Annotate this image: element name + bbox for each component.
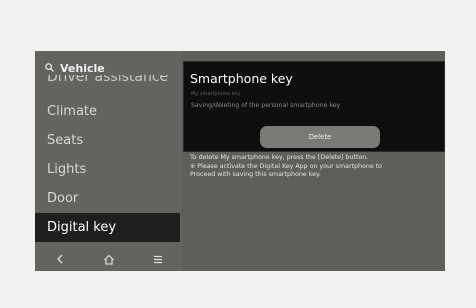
search-row[interactable]: Vehicle	[45, 60, 105, 76]
sidebar: Vehicle Driver assistance Climate Seats …	[35, 51, 182, 271]
sidebar-item-door[interactable]: Door	[35, 184, 182, 213]
info-line-1: To delete My smartphone key, press the […	[190, 154, 369, 161]
dialog-body: Saving/deleting of the personal smartpho…	[191, 102, 341, 109]
infotainment-screen: Vehicle Driver assistance Climate Seats …	[35, 51, 445, 271]
sidebar-item-driver-assistance[interactable]: Driver assistance	[47, 75, 168, 89]
sidebar-item-seats[interactable]: Seats	[35, 126, 182, 155]
nav-bar	[35, 247, 182, 271]
smartphone-key-dialog: Smartphone key My smartphone key Saving/…	[183, 61, 445, 152]
home-icon[interactable]	[99, 250, 119, 268]
search-label: Vehicle	[60, 61, 105, 75]
search-icon	[45, 62, 54, 75]
dialog-title: Smartphone key	[190, 71, 293, 86]
info-line-3: Proceed with saving this smartphone key.	[190, 171, 321, 178]
sidebar-menu: Climate Seats Lights Door Digital key	[35, 97, 182, 242]
info-line-2: ※ Please activate the Digital Key App on…	[190, 162, 383, 170]
info-text: To delete My smartphone key, press the […	[190, 154, 445, 180]
back-icon[interactable]	[50, 250, 70, 268]
delete-button[interactable]: Delete	[260, 126, 380, 148]
dialog-faded-line: My smartphone key	[191, 91, 241, 97]
sidebar-item-label: Driver assistance	[47, 75, 169, 85]
sidebar-item-climate[interactable]: Climate	[35, 97, 182, 126]
menu-icon[interactable]	[148, 250, 168, 268]
sidebar-item-lights[interactable]: Lights	[35, 155, 182, 184]
sidebar-item-digital-key[interactable]: Digital key	[35, 213, 180, 242]
